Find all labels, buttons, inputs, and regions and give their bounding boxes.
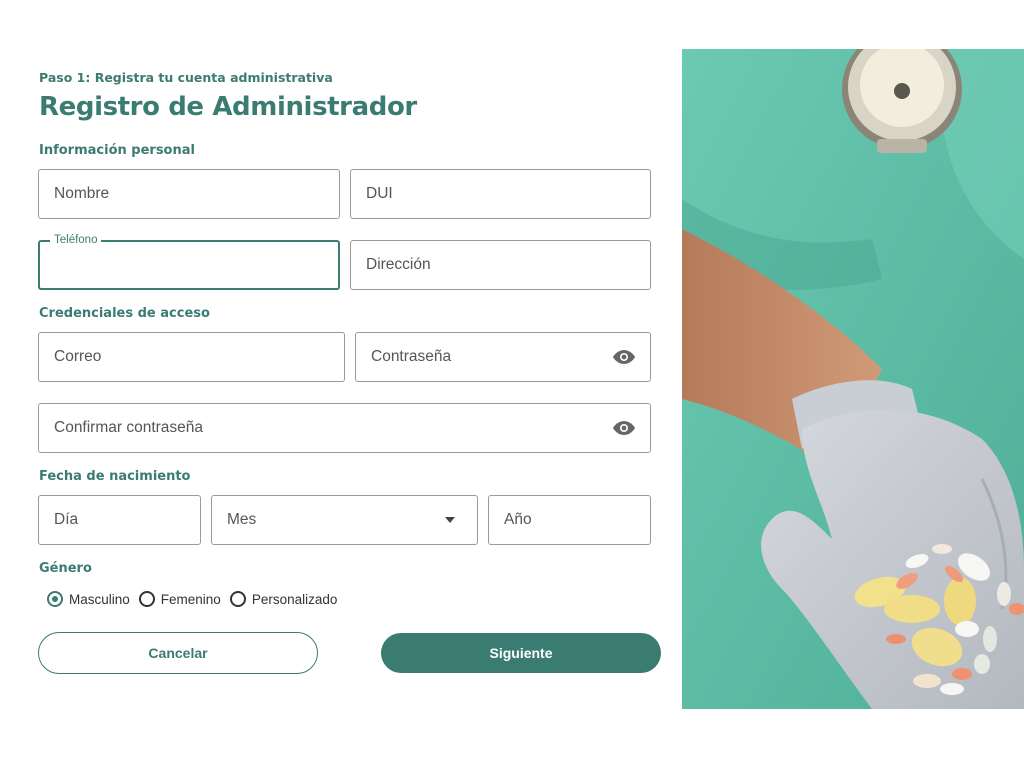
next-button[interactable]: Siguiente [381, 633, 661, 673]
radio-masculino[interactable] [47, 591, 63, 607]
section-birthdate-heading: Fecha de nacimiento [39, 469, 191, 484]
contrasena-field[interactable]: Contraseña [355, 332, 651, 382]
section-credentials-heading: Credenciales de acceso [39, 306, 210, 321]
mes-select[interactable]: Mes [211, 495, 478, 545]
confirmar-placeholder: Confirmar contraseña [54, 419, 204, 436]
contrasena-placeholder: Contraseña [371, 348, 452, 365]
anio-field[interactable]: Año [488, 495, 651, 545]
nombre-placeholder: Nombre [54, 185, 110, 202]
section-gender-heading: Género [39, 561, 92, 576]
caret-down-icon [445, 517, 455, 523]
confirmar-contrasena-field[interactable]: Confirmar contraseña [38, 403, 651, 453]
telefono-field[interactable]: Teléfono [38, 234, 340, 290]
dui-field[interactable]: DUI [350, 169, 651, 219]
telefono-label: Teléfono [50, 234, 102, 246]
dia-placeholder: Día [54, 511, 79, 528]
section-personal-heading: Información personal [39, 143, 195, 158]
gender-radio-group: Masculino Femenino Personalizado [47, 591, 346, 607]
doctor-with-pills-illustration [682, 49, 1024, 709]
page-title: Registro de Administrador [39, 92, 417, 122]
nombre-field[interactable]: Nombre [38, 169, 340, 219]
mes-placeholder: Mes [227, 511, 257, 528]
hero-photo [682, 49, 1024, 709]
radio-femenino-label[interactable]: Femenino [161, 592, 221, 607]
direccion-placeholder: Dirección [366, 256, 431, 273]
dui-placeholder: DUI [366, 185, 393, 202]
cancel-button[interactable]: Cancelar [38, 632, 318, 674]
eye-icon[interactable] [612, 349, 636, 365]
radio-masculino-label[interactable]: Masculino [69, 592, 130, 607]
correo-field[interactable]: Correo [38, 332, 345, 382]
correo-placeholder: Correo [54, 348, 102, 365]
radio-femenino[interactable] [138, 591, 155, 607]
eye-icon[interactable] [612, 420, 636, 436]
dia-field[interactable]: Día [38, 495, 201, 545]
direccion-field[interactable]: Dirección [350, 240, 651, 290]
anio-placeholder: Año [504, 511, 532, 528]
step-indicator: Paso 1: Registra tu cuenta administrativ… [39, 70, 333, 85]
radio-personalizado[interactable] [229, 591, 246, 607]
radio-personalizado-label[interactable]: Personalizado [252, 592, 338, 607]
